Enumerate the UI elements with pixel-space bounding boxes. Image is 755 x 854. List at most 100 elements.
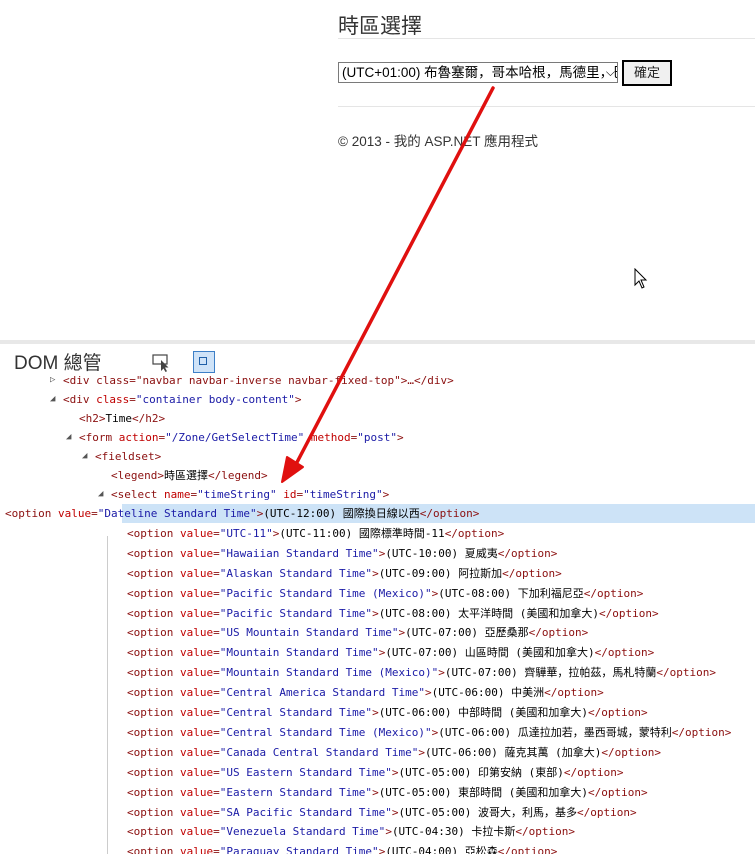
dom-node-option[interactable]: <option value="Dateline Standard Time">(… [5, 504, 755, 523]
option-attr-value: "Venezuela Standard Time" [219, 825, 386, 839]
chevron-down-icon[interactable]: ⌵ [606, 63, 615, 82]
dom-node-fieldset[interactable]: ◢ <fieldset> [0, 447, 755, 466]
dom-node-option[interactable]: <option value="Paraguay Standard Time">(… [0, 842, 755, 854]
option-attr-name: value [179, 666, 214, 680]
dom-explorer-panel: DOM 總管 ▷ <div class="navbar navbar-inver… [0, 340, 755, 854]
option-attr-value: "US Mountain Standard Time" [219, 626, 399, 640]
dom-node-option[interactable]: <option value="UTC-11">(UTC-11:00) 國際標準時… [0, 524, 755, 543]
option-close-tag: </option> [577, 805, 637, 819]
option-text: (UTC-07:00) 亞歷桑那 [405, 626, 529, 640]
dom-node-option[interactable]: <option value="Alaskan Standard Time">(U… [0, 564, 755, 583]
highlight-elements-icon[interactable] [193, 351, 215, 373]
option-attr-value: "Pacific Standard Time (Mexico)" [219, 586, 432, 600]
option-text: (UTC-06:00) 中部時間 (美國和加拿大) [378, 706, 589, 719]
option-open-tag: <option [127, 745, 174, 759]
dom-node-option[interactable]: <option value="Mountain Standard Time">(… [0, 643, 755, 662]
option-text: (UTC-08:00) 下加利福尼亞 [438, 586, 584, 600]
dom-node-h2[interactable]: <h2>Time</h2> [0, 409, 755, 428]
dom-node-option[interactable]: <option value="Central Standard Time">(U… [0, 703, 755, 722]
fieldset-legend: 時區選擇 [338, 15, 422, 38]
dom-node-select[interactable]: ◢ <select name="timeString" id="timeStri… [0, 485, 755, 504]
option-open-tag: <option [127, 566, 174, 580]
option-close-tag: </option> [599, 606, 659, 620]
dom-node-option[interactable]: <option value="SA Pacific Standard Time"… [0, 803, 755, 822]
option-close-tag: </option> [444, 526, 505, 540]
option-close-tag: </option> [601, 745, 661, 759]
timezone-select-value: (UTC+01:00) 布魯塞爾，哥本哈根，馬德里，巴黎 [342, 65, 618, 80]
option-close-tag: </option> [528, 626, 589, 640]
timezone-select[interactable]: (UTC+01:00) 布魯塞爾，哥本哈根，馬德里，巴黎 ⌵ [338, 62, 618, 83]
dom-tree[interactable]: ▷ <div class="navbar navbar-inverse navb… [0, 372, 755, 854]
option-text: (UTC-05:00) 東部時間 (美國和加拿大) [378, 785, 589, 799]
dom-node-option[interactable]: <option value="Eastern Standard Time">(U… [0, 783, 755, 802]
option-attr-name: value [57, 507, 92, 520]
option-close-tag: </option> [419, 507, 480, 520]
option-close-tag: </option> [656, 666, 716, 680]
option-attr-name: value [179, 845, 214, 854]
option-text: (UTC-04:30) 卡拉卡斯 [391, 825, 516, 839]
dom-node-container[interactable]: ◢ <div class="container body-content"> [0, 390, 755, 409]
dom-node-option[interactable]: <option value="Pacific Standard Time">(U… [0, 604, 755, 623]
option-attr-name: value [179, 586, 214, 600]
option-text: (UTC-06:00) 中美洲 [431, 686, 545, 700]
option-close-tag: </option> [497, 546, 558, 560]
option-open-tag: <option [127, 586, 174, 600]
dom-node-option[interactable]: <option value="Central America Standard … [0, 683, 755, 702]
collapse-arrow-icon[interactable]: ◢ [98, 485, 103, 504]
dom-node-option[interactable]: <option value="Venezuela Standard Time">… [0, 822, 755, 841]
dom-explorer-title: DOM 總管 [14, 353, 102, 374]
option-attr-name: value [179, 526, 214, 540]
option-close-tag: </option> [502, 566, 562, 580]
collapse-arrow-icon[interactable]: ◢ [82, 447, 87, 466]
dom-node-option[interactable]: <option value="Hawaiian Standard Time">(… [0, 544, 755, 563]
expand-arrow-icon[interactable]: ▷ [50, 372, 55, 390]
option-open-tag: <option [127, 686, 174, 700]
option-open-tag: <option [127, 666, 174, 680]
collapse-arrow-icon[interactable]: ◢ [66, 428, 71, 447]
dom-node-option[interactable]: <option value="Mountain Standard Time (M… [0, 663, 755, 682]
collapse-arrow-icon[interactable]: ◢ [50, 390, 55, 409]
option-open-tag: <option [127, 845, 174, 854]
option-attr-name: value [179, 686, 214, 700]
option-attr-name: value [179, 566, 214, 580]
option-text: (UTC-04:00) 亞松森 [385, 845, 498, 854]
dom-node-option[interactable]: <option value="Central Standard Time (Me… [0, 723, 755, 742]
mouse-pointer-icon [634, 268, 648, 289]
option-text: (UTC-08:00) 太平洋時間 (美國和加拿大) [378, 606, 600, 620]
option-open-tag: <option [127, 526, 174, 540]
option-attr-value: "Dateline Standard Time" [97, 507, 257, 520]
option-attr-value: "Canada Central Standard Time" [219, 745, 419, 759]
page-footer: © 2013 - 我的 ASP.NET 應用程式 [338, 134, 539, 149]
option-attr-name: value [179, 626, 214, 640]
select-element-icon[interactable] [152, 354, 172, 372]
footer-divider [338, 106, 755, 107]
option-open-tag: <option [127, 706, 174, 719]
dom-node-option[interactable]: <option value="US Mountain Standard Time… [0, 623, 755, 642]
option-attr-value: "Paraguay Standard Time" [219, 845, 379, 854]
option-attr-value: "US Eastern Standard Time" [219, 765, 392, 779]
option-attr-value: "SA Pacific Standard Time" [219, 805, 392, 819]
dom-node-option[interactable]: <option value="Canada Central Standard T… [0, 743, 755, 762]
option-open-tag: <option [127, 785, 174, 799]
option-attr-value: "Central Standard Time (Mexico)" [219, 725, 432, 739]
option-attr-name: value [179, 725, 214, 739]
option-attr-value: "Central Standard Time" [219, 706, 373, 719]
option-attr-name: value [179, 546, 214, 560]
dom-node-option[interactable]: <option value="US Eastern Standard Time"… [0, 763, 755, 782]
option-text: (UTC-07:00) 齊驊華，拉帕茲，馬札特蘭 [444, 666, 657, 680]
option-attr-value: "Pacific Standard Time" [219, 606, 373, 620]
dom-node-form[interactable]: ◢ <form action="/Zone/GetSelectTime" met… [0, 428, 755, 447]
dom-node-navbar[interactable]: ▷ <div class="navbar navbar-inverse navb… [0, 372, 755, 390]
option-close-tag: </option> [588, 785, 648, 799]
dom-node-option[interactable]: <option value="Pacific Standard Time (Me… [0, 584, 755, 603]
option-open-tag: <option [127, 546, 174, 560]
option-close-tag: </option> [671, 725, 732, 739]
dom-node-legend[interactable]: <legend>時區選擇</legend> [0, 466, 755, 485]
confirm-button[interactable]: 確定 [622, 60, 672, 86]
option-close-tag: </option> [563, 765, 624, 779]
option-close-tag: </option> [544, 686, 604, 700]
option-attr-name: value [179, 606, 214, 620]
option-attr-name: value [179, 825, 214, 839]
option-text: (UTC-09:00) 阿拉斯加 [378, 566, 503, 580]
option-text: (UTC-12:00) 國際換日線以西 [263, 507, 420, 520]
